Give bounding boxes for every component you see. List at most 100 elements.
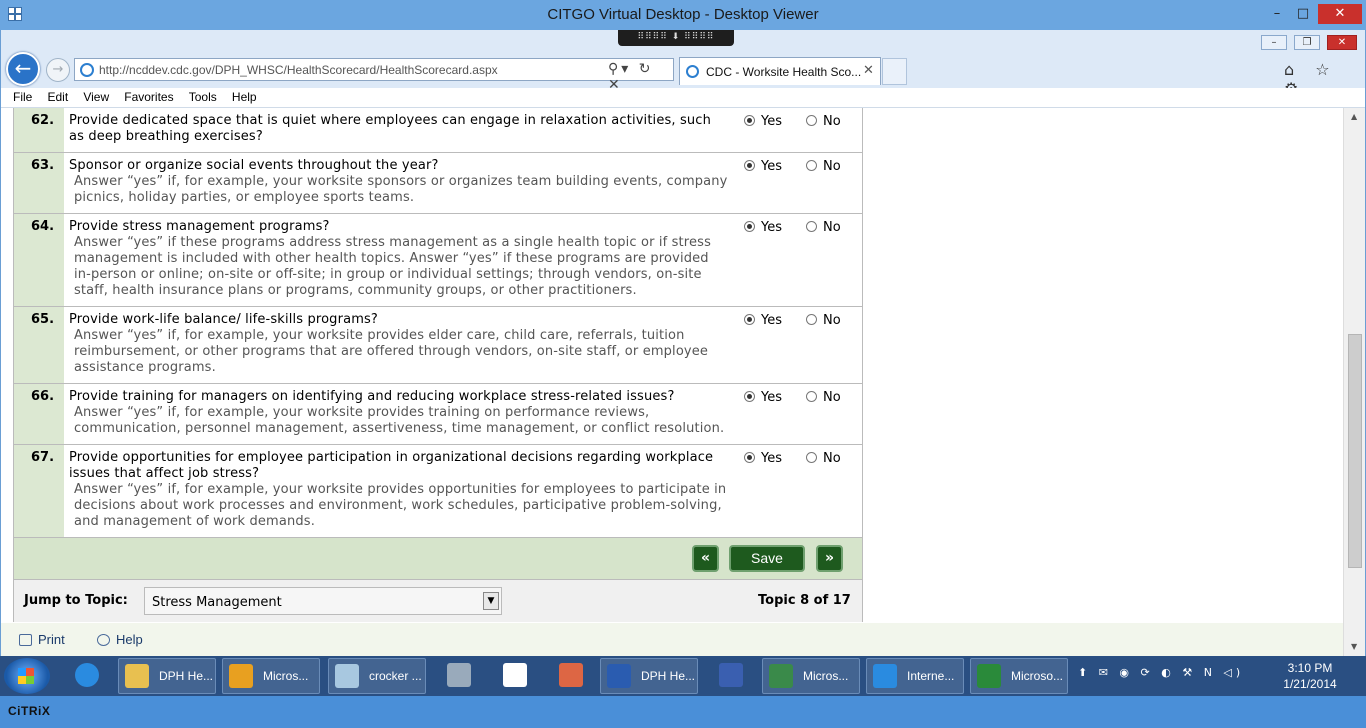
- citrix-toolbar-handle[interactable]: ⠿⠿⠿⠿ ⬇ ⠿⠿⠿⠿: [618, 30, 734, 46]
- clock[interactable]: 3:10 PM 1/21/2014: [1270, 660, 1350, 692]
- taskbar-button[interactable]: crocker ...: [328, 658, 426, 694]
- question-hint: Answer “yes” if, for example, your works…: [74, 405, 725, 436]
- radio-no[interactable]: No: [806, 451, 841, 466]
- radio-no[interactable]: No: [806, 159, 841, 174]
- next-topic-button[interactable]: »: [816, 545, 843, 572]
- question-hint: Answer “yes” if, for example, your works…: [74, 174, 728, 205]
- radio-circle-icon[interactable]: [806, 115, 817, 126]
- radio-no-label: No: [823, 313, 841, 328]
- taskbar-ie-pinned[interactable]: [62, 658, 112, 694]
- radio-yes[interactable]: Yes: [744, 451, 782, 466]
- radio-circle-icon[interactable]: [744, 391, 755, 402]
- browser-restore-button[interactable]: ❐: [1294, 35, 1320, 50]
- clock-date: 1/21/2014: [1283, 677, 1337, 691]
- browser-close-button[interactable]: ✕: [1327, 35, 1357, 50]
- snipping-tool-icon: [559, 663, 583, 687]
- forward-button[interactable]: →: [46, 58, 70, 82]
- radio-circle-icon[interactable]: [744, 160, 755, 171]
- radio-no[interactable]: No: [806, 220, 841, 235]
- question-number: 66.: [14, 384, 64, 444]
- radio-yes[interactable]: Yes: [744, 220, 782, 235]
- viewer-close-button[interactable]: ✕: [1318, 4, 1362, 24]
- print-icon: [19, 634, 32, 646]
- new-tab-button[interactable]: [882, 58, 907, 85]
- topic-select[interactable]: Stress Management ▼: [144, 587, 502, 615]
- start-button[interactable]: [4, 658, 50, 694]
- radio-no-label: No: [823, 159, 841, 174]
- radio-circle-icon[interactable]: [744, 221, 755, 232]
- scroll-down-icon[interactable]: ▼: [1351, 642, 1357, 651]
- tab-close-icon[interactable]: ✕: [863, 63, 874, 78]
- previous-topic-button[interactable]: «: [692, 545, 719, 572]
- radio-yes[interactable]: Yes: [744, 114, 782, 129]
- radio-yes[interactable]: Yes: [744, 313, 782, 328]
- radio-circle-icon[interactable]: [806, 391, 817, 402]
- clock-time: 3:10 PM: [1287, 661, 1333, 675]
- notepad-icon: [335, 664, 359, 688]
- radio-circle-icon[interactable]: [806, 221, 817, 232]
- menu-favorites[interactable]: Favorites: [124, 88, 173, 107]
- radio-circle-icon[interactable]: [744, 115, 755, 126]
- taskbar-button[interactable]: DPH He...: [118, 658, 216, 694]
- taskbar-calculator[interactable]: [434, 658, 484, 694]
- radio-circle-icon[interactable]: [744, 314, 755, 325]
- radio-yes-label: Yes: [761, 220, 782, 235]
- viewer-maximize-button[interactable]: □: [1292, 4, 1314, 24]
- menu-help[interactable]: Help: [232, 88, 257, 107]
- question-number: 62.: [14, 108, 64, 152]
- taskbar-button-label: Microso...: [1011, 669, 1064, 683]
- menu-file[interactable]: File: [13, 88, 32, 107]
- taskbar-snipping[interactable]: [546, 658, 596, 694]
- tab-cdc-worksite[interactable]: CDC - Worksite Health Sco... ✕: [679, 57, 881, 85]
- menu-edit[interactable]: Edit: [47, 88, 68, 107]
- radio-no-label: No: [823, 114, 841, 129]
- menu-view[interactable]: View: [83, 88, 109, 107]
- vertical-scrollbar[interactable]: ▲ ▼: [1343, 108, 1365, 656]
- address-bar[interactable]: http://ncddev.cdc.gov/DPH_WHSC/HealthSco…: [74, 58, 674, 93]
- jump-to-topic-label: Jump to Topic:: [24, 593, 128, 608]
- taskbar-visio[interactable]: [706, 658, 756, 694]
- radio-yes[interactable]: Yes: [744, 390, 782, 405]
- navigation-row: « Save »: [14, 538, 862, 580]
- topic-count: Topic 8 of 17: [758, 593, 851, 608]
- print-link[interactable]: Print: [19, 632, 65, 647]
- chevron-down-icon[interactable]: ▼: [483, 592, 499, 610]
- viewer-minimize-button[interactable]: –: [1266, 4, 1288, 24]
- radio-circle-icon[interactable]: [806, 160, 817, 171]
- radio-no[interactable]: No: [806, 313, 841, 328]
- taskbar-button-label: crocker ...: [369, 669, 422, 683]
- radio-no[interactable]: No: [806, 390, 841, 405]
- taskbar-button[interactable]: Microso...: [970, 658, 1068, 694]
- question-text: Sponsor or organize social events throug…: [69, 158, 439, 173]
- save-button[interactable]: Save: [729, 545, 805, 572]
- radio-no[interactable]: No: [806, 114, 841, 129]
- print-label: Print: [38, 632, 65, 647]
- scrollbar-thumb[interactable]: [1348, 334, 1362, 568]
- page-content: 62. Provide dedicated space that is quiet…: [1, 108, 1343, 656]
- back-button[interactable]: ←: [6, 52, 40, 86]
- question-table: 62. Provide dedicated space that is quiet…: [13, 108, 863, 622]
- radio-circle-icon[interactable]: [806, 452, 817, 463]
- taskbar-blank-doc[interactable]: [490, 658, 540, 694]
- radio-yes-label: Yes: [761, 451, 782, 466]
- citrix-logo: CiTRiX: [8, 704, 51, 718]
- taskbar-button[interactable]: DPH He...: [600, 658, 698, 694]
- taskbar-button[interactable]: Micros...: [762, 658, 860, 694]
- menu-tools[interactable]: Tools: [189, 88, 217, 107]
- address-url[interactable]: http://ncddev.cdc.gov/DPH_WHSC/HealthSco…: [99, 63, 498, 77]
- excel-icon: [977, 664, 1001, 688]
- question-text: Provide stress management programs?: [69, 219, 330, 234]
- taskbar-button[interactable]: Micros...: [222, 658, 320, 694]
- help-link[interactable]: Help: [97, 632, 143, 647]
- browser-window: – ❐ ✕ ← → http://ncddev.cdc.gov/DPH_WHSC…: [0, 30, 1366, 656]
- system-tray[interactable]: ⬆ ✉ ◉ ⟳ ◐ ⚒ N ◁): [1078, 666, 1244, 679]
- taskbar-button-label: DPH He...: [159, 669, 214, 683]
- radio-circle-icon[interactable]: [806, 314, 817, 325]
- radio-yes[interactable]: Yes: [744, 159, 782, 174]
- taskbar-button-label: Interne...: [907, 669, 955, 683]
- ie-favicon-icon: [80, 63, 94, 77]
- taskbar-button[interactable]: Interne...: [866, 658, 964, 694]
- browser-minimize-button[interactable]: –: [1261, 35, 1287, 50]
- scroll-up-icon[interactable]: ▲: [1351, 112, 1357, 121]
- radio-circle-icon[interactable]: [744, 452, 755, 463]
